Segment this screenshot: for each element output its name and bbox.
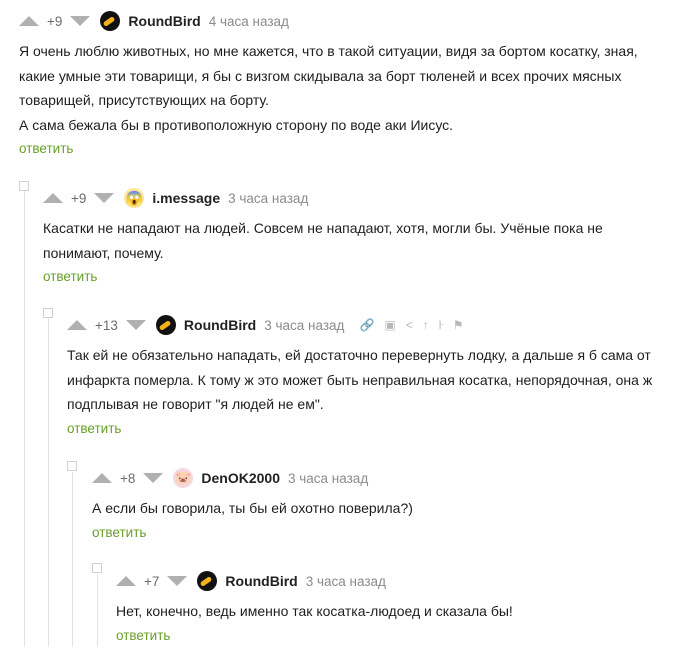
avatar[interactable]: [155, 315, 176, 335]
comment-rating: +8: [120, 470, 136, 486]
comment: +9 RoundBird 4 часа назад Я очень люблю …: [19, 9, 689, 156]
comment-time[interactable]: 4 часа назад: [209, 14, 289, 29]
branch-line: [48, 318, 49, 647]
comment-header: +8 🐷 DenOK2000 3 часа назад: [92, 466, 682, 490]
comment-text: Касатки не нападают на людей. Совсем не …: [43, 220, 603, 261]
upvote-icon[interactable]: [43, 193, 63, 203]
reply-link[interactable]: ответить: [116, 628, 686, 643]
avatar[interactable]: 🐷: [173, 468, 194, 488]
downvote-icon[interactable]: [143, 473, 164, 483]
comment-author[interactable]: RoundBird: [225, 573, 297, 589]
comment-time[interactable]: 3 часа назад: [264, 318, 344, 333]
comment: +9 😱 i.message 3 часа назад Касатки не н…: [43, 186, 683, 284]
comment: +7 RoundBird 3 часа назад Нет, конечно, …: [116, 569, 686, 643]
save-icon[interactable]: ▣: [384, 318, 395, 332]
collapse-branch-toggle[interactable]: [67, 461, 77, 471]
branch-icon[interactable]: ŀ: [439, 318, 443, 332]
comment-rating: +13: [95, 317, 118, 333]
upvote-icon[interactable]: [67, 320, 87, 330]
report-flag-icon[interactable]: ⚑: [453, 318, 464, 332]
reply-link[interactable]: ответить: [67, 421, 695, 436]
branch-line: [97, 574, 98, 647]
comment-time[interactable]: 3 часа назад: [306, 574, 386, 589]
comment: +13 RoundBird 3 часа назад 🔗 ▣ < ↑ ŀ ⚑ Т…: [67, 313, 695, 436]
downvote-icon[interactable]: [125, 320, 146, 330]
downvote-icon[interactable]: [94, 193, 115, 203]
comment-rating: +9: [71, 190, 87, 206]
reply-link[interactable]: ответить: [92, 525, 682, 540]
avatar[interactable]: [100, 11, 121, 31]
upvote-icon[interactable]: [19, 16, 39, 26]
reply-link[interactable]: ответить: [43, 269, 683, 284]
share-icon[interactable]: <: [406, 318, 413, 332]
branch-line: [24, 191, 25, 647]
comment-time[interactable]: 3 часа назад: [228, 191, 308, 206]
downvote-icon[interactable]: [167, 576, 188, 586]
avatar[interactable]: [197, 571, 218, 591]
comment-header: +9 😱 i.message 3 часа назад: [43, 186, 683, 210]
link-icon[interactable]: 🔗: [359, 318, 374, 332]
reply-link[interactable]: ответить: [19, 141, 689, 156]
comment-author[interactable]: RoundBird: [128, 13, 200, 29]
comment-time[interactable]: 3 часа назад: [288, 471, 368, 486]
comment-header: +7 RoundBird 3 часа назад: [116, 569, 686, 593]
comment-author[interactable]: DenOK2000: [201, 470, 280, 486]
branch-line: [72, 472, 73, 647]
collapse-branch-toggle[interactable]: [92, 563, 102, 573]
downvote-icon[interactable]: [70, 16, 91, 26]
comment-text: Так ей не обязательно нападать, ей доста…: [67, 347, 653, 412]
upvote-icon[interactable]: [116, 576, 136, 586]
comment-rating: +7: [144, 573, 160, 589]
move-up-icon[interactable]: ↑: [423, 318, 429, 332]
comment-tools: 🔗 ▣ < ↑ ŀ ⚑: [354, 318, 468, 332]
comment-author[interactable]: i.message: [152, 190, 220, 206]
comment-text-body: Я очень люблю животных, но мне кажется, …: [19, 43, 638, 133]
comment-rating: +9: [47, 13, 63, 29]
comment: +8 🐷 DenOK2000 3 часа назад А если бы го…: [92, 466, 682, 540]
comment-text: Я очень люблю животных, но мне кажется, …: [19, 39, 659, 137]
comment-text: Нет, конечно, ведь именно так косатка-лю…: [116, 603, 513, 619]
upvote-icon[interactable]: [92, 473, 112, 483]
comment-text: А если бы говорила, ты бы ей охотно пове…: [92, 500, 413, 516]
collapse-branch-toggle[interactable]: [43, 308, 53, 318]
avatar[interactable]: 😱: [124, 188, 145, 208]
comment-author[interactable]: RoundBird: [184, 317, 256, 333]
collapse-branch-toggle[interactable]: [19, 181, 29, 191]
comment-header: +13 RoundBird 3 часа назад 🔗 ▣ < ↑ ŀ ⚑: [67, 313, 695, 337]
comment-header: +9 RoundBird 4 часа назад: [19, 9, 689, 33]
